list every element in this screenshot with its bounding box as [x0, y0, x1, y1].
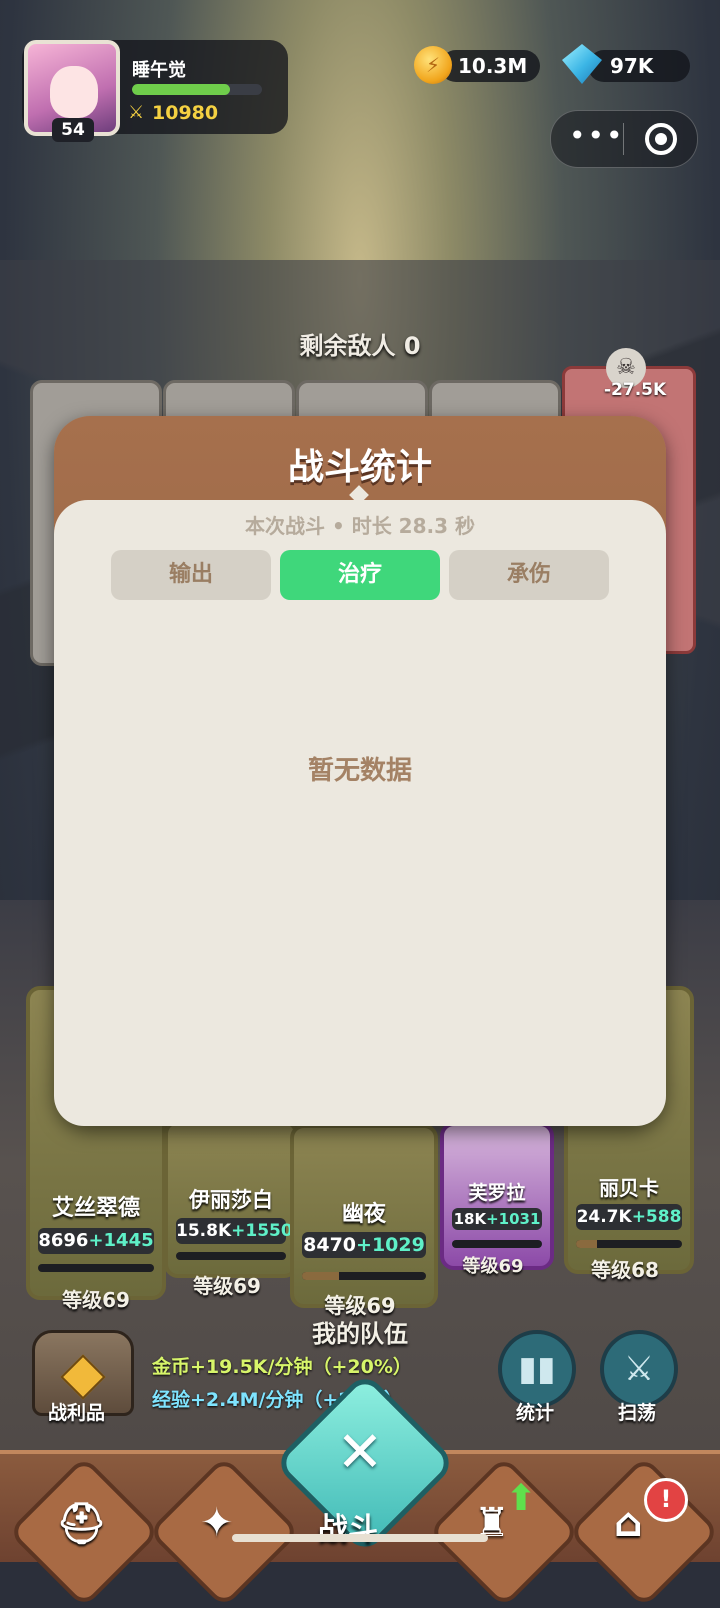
tab-healing[interactable]: 治疗: [280, 550, 440, 600]
tab-damage-taken[interactable]: 承伤: [449, 550, 609, 600]
dialog-title: 战斗统计: [287, 447, 432, 488]
tab-damage[interactable]: 输出: [111, 550, 271, 600]
battle-stats-dialog: 战斗统计 本次战斗 • 时长 28.3 秒 输出 治疗 承伤 暂无数据: [54, 416, 666, 1126]
empty-state-text: 暂无数据: [307, 756, 412, 786]
battle-duration: 本次战斗 • 时长 28.3 秒: [245, 514, 475, 538]
